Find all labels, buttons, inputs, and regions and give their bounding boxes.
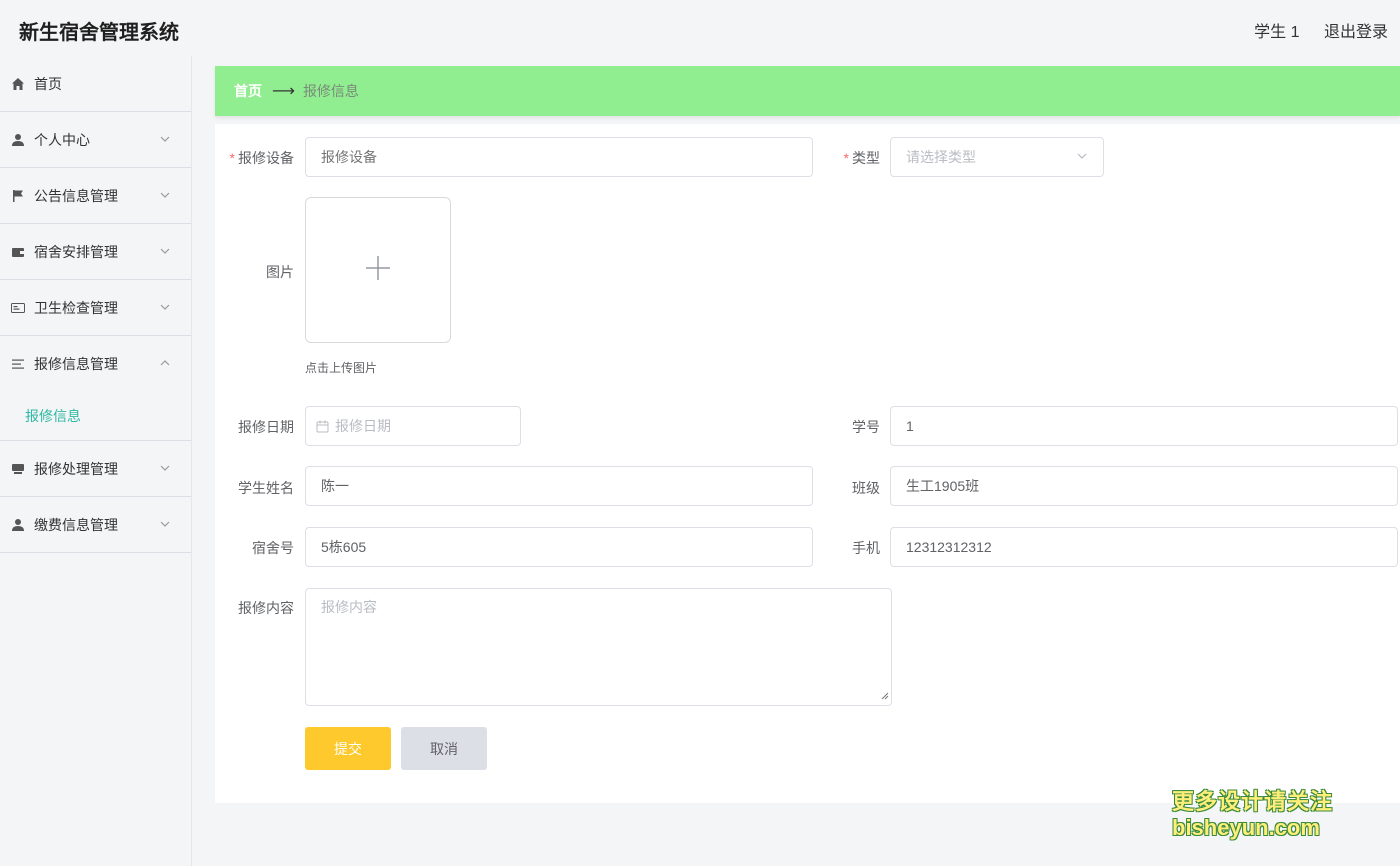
device-label-text: 报修设备 bbox=[238, 150, 294, 166]
phone-field[interactable]: 12312312312 bbox=[890, 527, 1398, 567]
plus-icon bbox=[365, 255, 391, 286]
class-field[interactable]: 生工1905班 bbox=[890, 466, 1398, 506]
type-label: * 类型 bbox=[835, 148, 880, 168]
image-label: 图片 bbox=[266, 264, 294, 280]
phone-value: 12312312312 bbox=[906, 539, 992, 555]
content-placeholder: 报修内容 bbox=[321, 599, 377, 615]
content-textarea[interactable]: 报修内容 bbox=[305, 588, 892, 706]
sidebar-subitem-repair-info[interactable]: 报修信息 bbox=[0, 392, 191, 440]
id-card-icon bbox=[10, 300, 26, 316]
sidebar-item-hygiene-check[interactable]: 卫生检查管理 bbox=[0, 280, 191, 336]
chevron-down-icon bbox=[1076, 149, 1088, 165]
student-no-label: 学号 bbox=[852, 419, 880, 435]
sidebar-item-notice[interactable]: 公告信息管理 bbox=[0, 168, 191, 224]
type-select-placeholder: 请选择类型 bbox=[906, 149, 976, 165]
type-label-text: 类型 bbox=[852, 150, 880, 166]
dorm-value: 5栋605 bbox=[321, 539, 367, 555]
required-mark: * bbox=[229, 150, 235, 166]
chevron-down-icon bbox=[159, 132, 171, 144]
sidebar-item-label: 报修处理管理 bbox=[34, 460, 118, 477]
sidebar-item-dorm-arrangement[interactable]: 宿舍安排管理 bbox=[0, 224, 191, 280]
sidebar-item-label: 首页 bbox=[34, 75, 62, 92]
top-bar: 新生宿舍管理系统 学生 1 退出登录 bbox=[0, 0, 1400, 56]
calendar-icon bbox=[316, 420, 329, 433]
chevron-down-icon bbox=[159, 517, 171, 529]
sidebar: 首页 个人中心 公告信息管理 宿舍安排管理 卫生检查管理 报修信息管理 报修信息… bbox=[0, 56, 192, 866]
breadcrumb-home[interactable]: 首页 bbox=[234, 81, 262, 101]
cancel-button[interactable]: 取消 bbox=[401, 727, 487, 770]
student-name-value: 陈一 bbox=[321, 478, 349, 494]
sidebar-group-repair-info: 报修信息管理 报修信息 bbox=[0, 336, 191, 441]
date-placeholder: 报修日期 bbox=[335, 418, 391, 434]
main-content: 首页 ⟶ 报修信息 *报修设备 *类型 请选择类型 图片 点击上传图片 bbox=[215, 66, 1400, 803]
repair-form: *报修设备 *类型 请选择类型 图片 点击上传图片 报修日期 bbox=[215, 124, 1400, 803]
sidebar-item-label: 报修信息管理 bbox=[34, 356, 118, 372]
watermark: 更多设计请关注 bisheyun.com bbox=[1172, 789, 1333, 841]
sidebar-item-label: 个人中心 bbox=[34, 131, 90, 148]
date-label: 报修日期 bbox=[238, 419, 294, 435]
chevron-down-icon bbox=[159, 244, 171, 256]
sidebar-item-label: 公告信息管理 bbox=[34, 187, 118, 204]
flag-icon bbox=[10, 188, 26, 204]
sidebar-item-repair-handling[interactable]: 报修处理管理 bbox=[0, 441, 191, 497]
dorm-field[interactable]: 5栋605 bbox=[305, 527, 813, 567]
student-name-field[interactable]: 陈一 bbox=[305, 466, 813, 506]
chevron-down-icon bbox=[159, 461, 171, 473]
sidebar-item-payment[interactable]: 缴费信息管理 bbox=[0, 497, 191, 553]
sidebar-item-label: 宿舍安排管理 bbox=[34, 243, 118, 260]
type-select[interactable]: 请选择类型 bbox=[890, 137, 1104, 177]
student-name-label: 学生姓名 bbox=[238, 480, 294, 496]
submit-button[interactable]: 提交 bbox=[305, 727, 391, 770]
user-area: 学生 1 退出登录 bbox=[1234, 18, 1388, 42]
sidebar-item-label: 缴费信息管理 bbox=[34, 516, 118, 533]
device-input[interactable] bbox=[321, 149, 797, 165]
sidebar-item-personal-center[interactable]: 个人中心 bbox=[0, 112, 191, 168]
date-picker[interactable]: 报修日期 bbox=[305, 406, 521, 446]
class-value: 生工1905班 bbox=[906, 478, 980, 494]
wallet-icon bbox=[10, 244, 26, 260]
sidebar-item-home[interactable]: 首页 bbox=[0, 56, 191, 112]
student-no-value: 1 bbox=[906, 418, 914, 434]
chevron-up-icon bbox=[159, 356, 171, 368]
dorm-label: 宿舍号 bbox=[252, 540, 294, 556]
sidebar-item-label: 卫生检查管理 bbox=[34, 299, 118, 316]
logout-button[interactable]: 退出登录 bbox=[1324, 24, 1388, 41]
user-icon bbox=[10, 517, 26, 533]
watermark-line1: 更多设计请关注 bbox=[1172, 789, 1334, 814]
student-no-field[interactable]: 1 bbox=[890, 406, 1398, 446]
class-label: 班级 bbox=[852, 480, 880, 496]
app-title: 新生宿舍管理系统 bbox=[19, 22, 179, 44]
arrow-right-icon: ⟶ bbox=[272, 83, 295, 100]
chevron-down-icon bbox=[159, 188, 171, 200]
user-icon bbox=[10, 132, 26, 148]
chevron-down-icon bbox=[159, 300, 171, 312]
breadcrumb-current: 报修信息 bbox=[302, 83, 359, 99]
home-icon bbox=[10, 76, 26, 92]
device-input-wrap[interactable] bbox=[305, 137, 813, 177]
device-label: * 报修设备 bbox=[229, 148, 294, 168]
list-icon bbox=[10, 356, 26, 372]
sidebar-item-repair-info[interactable]: 报修信息管理 bbox=[0, 336, 191, 392]
resize-handle-icon[interactable] bbox=[881, 687, 889, 703]
user-name[interactable]: 学生 1 bbox=[1254, 24, 1299, 41]
required-mark: * bbox=[843, 150, 849, 166]
phone-label: 手机 bbox=[852, 540, 880, 556]
upload-tip: 点击上传图片 bbox=[305, 361, 378, 375]
image-upload[interactable] bbox=[305, 197, 451, 343]
tray-icon bbox=[10, 461, 26, 477]
breadcrumb: 首页 ⟶ 报修信息 bbox=[215, 66, 1400, 116]
watermark-line2: bisheyun.com bbox=[1172, 815, 1320, 840]
content-label: 报修内容 bbox=[238, 600, 294, 616]
